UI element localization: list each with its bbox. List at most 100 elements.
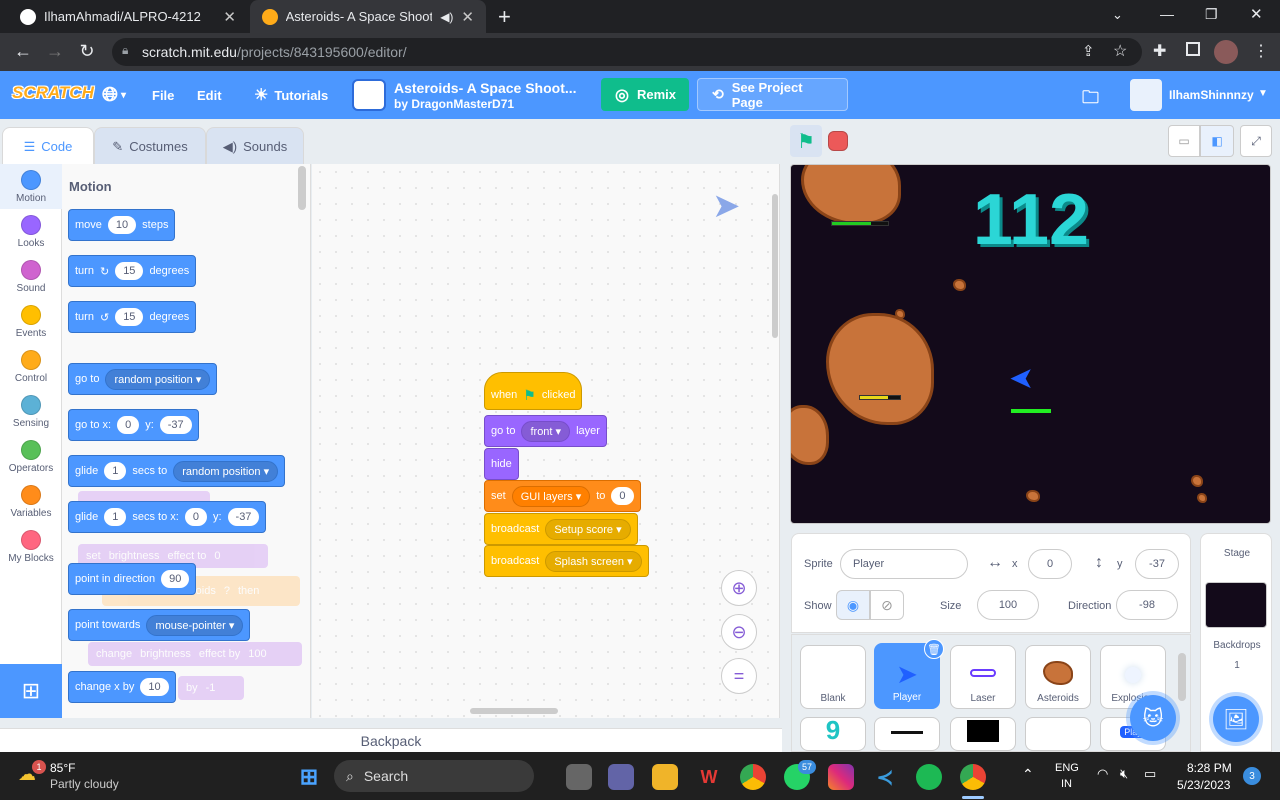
weather-temp[interactable]: 85°F xyxy=(50,761,75,775)
chevron-down-icon[interactable]: ▼ xyxy=(1258,88,1268,99)
hide-eye-icon[interactable]: ⊘ xyxy=(870,590,904,620)
add-extension-button[interactable]: ⊞ xyxy=(0,664,62,718)
file-menu[interactable]: File xyxy=(152,71,174,119)
zoom-in-icon[interactable]: ⊕ xyxy=(721,570,757,606)
block-set-variable[interactable]: set GUI layers ▾ to 0 xyxy=(484,480,641,512)
vscode-icon[interactable]: ≺ xyxy=(872,764,898,790)
sprite-name-input[interactable]: Player xyxy=(840,549,968,579)
browser-tab-github[interactable]: IlhamAhmadi/ALPRO-4212 ✕ xyxy=(8,0,248,33)
sprite-list-scrollbar[interactable] xyxy=(1178,653,1186,701)
palette-scrollbar[interactable] xyxy=(298,166,306,210)
fullscreen-icon[interactable]: ⤢ xyxy=(1240,125,1272,157)
block-broadcast-splash-screen[interactable]: broadcast Splash screen ▾ xyxy=(484,545,649,577)
tab-search-icon[interactable]: ⌄ xyxy=(1112,7,1123,23)
category-sensing[interactable]: Sensing xyxy=(0,389,62,434)
remix-button[interactable]: ◎ Remix xyxy=(601,78,689,111)
language-globe-icon[interactable]: 🌐︎ ▾ xyxy=(102,71,126,119)
url-field[interactable]: 🔒︎ scratch.mit.edu /projects/843195600/e… xyxy=(112,38,1142,66)
small-stage-icon[interactable]: ▭ xyxy=(1168,125,1200,157)
category-control[interactable]: Control xyxy=(0,344,62,389)
show-eye-icon[interactable]: ◉ xyxy=(836,590,870,620)
new-tab-icon[interactable]: + xyxy=(498,4,511,30)
clock-time[interactable]: 8:28 PM xyxy=(1187,761,1232,775)
stage-canvas[interactable]: 112 ➤ xyxy=(790,164,1271,524)
zoom-out-icon[interactable]: ⊖ xyxy=(721,614,757,650)
browser-tab-scratch[interactable]: Asteroids- A Space Shooter ◀) ✕ xyxy=(250,0,486,33)
add-sprite-icon[interactable]: 🐱︎ xyxy=(1130,695,1176,741)
backpack-bar[interactable]: Backpack xyxy=(0,728,782,752)
block-glide[interactable]: glide 1 secs to random position ▾ xyxy=(68,455,286,487)
taskbar-search[interactable]: ⌕ Search xyxy=(334,760,534,792)
spotify-icon[interactable] xyxy=(916,764,942,790)
block-turn-right[interactable]: turn ↻ 15 degrees xyxy=(68,255,197,287)
instagram-icon[interactable] xyxy=(828,764,854,790)
delete-sprite-icon[interactable]: 🗑︎ xyxy=(924,639,944,659)
script-workspace[interactable]: ➤ when ⚑ clicked go to front ▾ layer hide se… xyxy=(312,164,780,718)
battery-icon[interactable]: ▭ xyxy=(1144,766,1156,782)
block-broadcast-setup-score[interactable]: broadcast Setup score ▾ xyxy=(484,513,638,545)
large-stage-icon[interactable]: ◧ xyxy=(1200,125,1234,157)
side-panel-icon[interactable] xyxy=(1186,42,1200,56)
sprite-tile[interactable]: 9 xyxy=(800,715,866,751)
minimize-icon[interactable]: — xyxy=(1160,6,1174,22)
add-backdrop-icon[interactable]: 🖼︎ xyxy=(1213,696,1259,742)
weather-desc[interactable]: Partly cloudy xyxy=(50,777,119,791)
see-project-page-button[interactable]: ⟲ See Project Page xyxy=(697,78,848,111)
y-input[interactable]: -37 xyxy=(1135,549,1179,579)
zoom-reset-icon[interactable]: = xyxy=(721,658,757,694)
sprite-tile-laser[interactable]: Laser xyxy=(950,645,1016,709)
close-tab-icon[interactable]: ✕ xyxy=(223,8,236,26)
chrome-icon[interactable] xyxy=(740,764,766,790)
category-variables[interactable]: Variables xyxy=(0,479,62,524)
block-point-in-direction[interactable]: point in direction 90 xyxy=(68,563,197,595)
project-title[interactable]: Asteroids- A Space Shoot... xyxy=(394,80,577,96)
wps-icon[interactable]: W xyxy=(696,764,722,790)
tab-code[interactable]: ☰ Code xyxy=(2,127,94,165)
block-change-x[interactable]: change x by 10 xyxy=(68,671,176,703)
bookmark-star-icon[interactable]: ☆ xyxy=(1113,41,1127,61)
block-hide[interactable]: hide xyxy=(484,448,519,480)
reload-icon[interactable]: ↻ xyxy=(72,41,102,62)
backdrop-thumbnail[interactable] xyxy=(1205,582,1267,628)
close-tab-icon[interactable]: ✕ xyxy=(461,8,474,26)
scratch-logo[interactable]: SCRATCH xyxy=(12,83,94,103)
category-operators[interactable]: Operators xyxy=(0,434,62,479)
sprite-tile-blank[interactable]: Blank xyxy=(800,645,866,709)
extensions-icon[interactable]: ✚ xyxy=(1153,41,1166,61)
block-go-to-xy[interactable]: go to x: 0 y: -37 xyxy=(68,409,199,441)
block-glide-xy[interactable]: glide 1 secs to x: 0 y: -37 xyxy=(68,501,267,533)
my-stuff-folder-icon[interactable]: 🗀 xyxy=(1082,85,1099,114)
tutorials-button[interactable]: ☀ Tutorials xyxy=(254,71,328,119)
category-my-blocks[interactable]: My Blocks xyxy=(0,524,62,569)
project-author[interactable]: by DragonMasterD71 xyxy=(394,97,514,111)
notification-badge[interactable]: 3 xyxy=(1243,767,1261,785)
green-flag-icon[interactable]: ⚑ xyxy=(790,125,822,157)
block-move-steps[interactable]: move 10 steps xyxy=(68,209,176,241)
chevron-up-icon[interactable]: ⌃ xyxy=(1022,766,1034,783)
category-sound[interactable]: Sound xyxy=(0,254,62,299)
sprite-tile-asteroids[interactable]: Asteroids xyxy=(1025,645,1091,709)
block-when-flag-clicked[interactable]: when ⚑ clicked xyxy=(484,372,583,410)
block-turn-left[interactable]: turn ↺ 15 degrees xyxy=(68,301,197,333)
direction-input[interactable]: -98 xyxy=(1116,590,1178,620)
wifi-icon[interactable]: ◠ xyxy=(1097,766,1108,782)
restore-icon[interactable]: ❐ xyxy=(1205,6,1218,23)
category-events[interactable]: Events xyxy=(0,299,62,344)
task-view-icon[interactable] xyxy=(566,764,592,790)
clock-date[interactable]: 5/23/2023 xyxy=(1177,778,1230,792)
lang-line2[interactable]: IN xyxy=(1061,778,1072,790)
back-icon[interactable]: ← xyxy=(8,41,38,62)
tab-costumes[interactable]: ✎ Costumes xyxy=(94,127,206,165)
sprite-tile[interactable] xyxy=(874,717,940,751)
forward-icon[interactable]: → xyxy=(40,41,70,62)
lang-line1[interactable]: ENG xyxy=(1055,762,1079,774)
teams-icon[interactable] xyxy=(608,764,634,790)
category-looks[interactable]: Looks xyxy=(0,209,62,254)
menu-dots-icon[interactable]: ⋮ xyxy=(1253,41,1269,61)
tab-sounds[interactable]: ◀) Sounds xyxy=(206,127,304,165)
edit-menu[interactable]: Edit xyxy=(197,71,222,119)
username[interactable]: IlhamShinnnzy xyxy=(1169,88,1254,102)
block-go-to[interactable]: go to random position ▾ xyxy=(68,363,218,395)
file-explorer-icon[interactable] xyxy=(652,764,678,790)
chrome-profile-icon[interactable] xyxy=(960,764,986,790)
